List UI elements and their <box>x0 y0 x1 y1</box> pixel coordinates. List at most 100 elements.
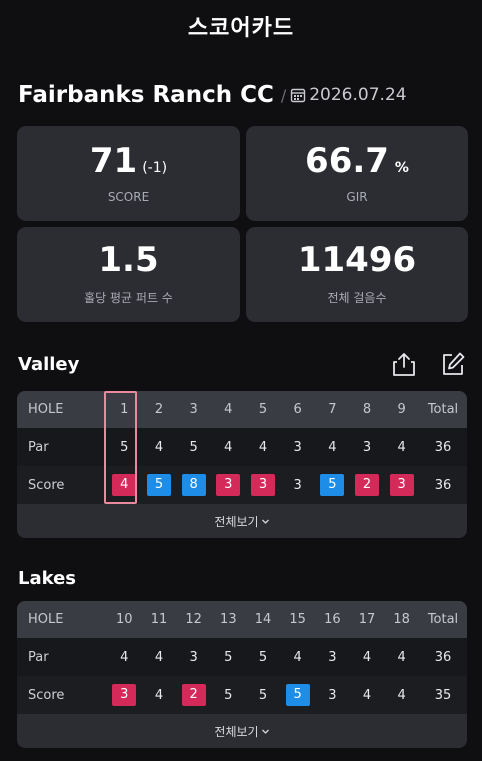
par-value: 4 <box>120 649 129 665</box>
hole-header: HOLE <box>28 402 64 417</box>
par-value: 3 <box>293 439 302 455</box>
hole-number: 6 <box>293 402 302 417</box>
score-value: 4 <box>362 687 372 703</box>
par-value: 5 <box>189 439 198 455</box>
hole-number: 10 <box>116 612 133 627</box>
score-label: Score <box>28 477 65 493</box>
score-chip-birdie: 3 <box>250 474 275 496</box>
par-value: 4 <box>258 439 268 455</box>
par-value: 4 <box>362 649 372 665</box>
score-total: 36 <box>434 477 452 493</box>
hole-number: 17 <box>358 612 376 627</box>
par-label: Par <box>28 649 49 665</box>
score-value: 3 <box>293 477 302 493</box>
hole-number: 8 <box>362 402 372 417</box>
section-title-valley: Valley <box>18 354 80 375</box>
chevron-down-icon <box>261 729 269 734</box>
par-value: 4 <box>154 439 164 455</box>
steps-label: 전체 걸음수 <box>327 291 387 305</box>
gir-value: 66.7 <box>305 140 389 181</box>
par-value: 4 <box>397 649 406 665</box>
par-row: Par 5 4 5 4 4 3 4 3 4 36 <box>17 428 467 466</box>
par-label: Par <box>28 439 49 455</box>
par-value: 4 <box>293 649 302 665</box>
hole-number: 4 <box>224 402 233 417</box>
section-title-lakes: Lakes <box>18 568 77 589</box>
total-header: Total <box>427 612 459 627</box>
valley-scorecard-table: HOLE 1 2 3 4 5 6 7 8 9 Total Par 5 4 5 4… <box>17 391 467 538</box>
share-icon[interactable] <box>391 351 417 377</box>
hole-number: 13 <box>220 612 237 627</box>
selected-hole-highlight <box>104 391 137 504</box>
score-chip-birdie: 3 <box>112 684 137 706</box>
score-chip-birdie: 2 <box>355 474 379 496</box>
score-total: 35 <box>434 687 452 703</box>
steps-value: 11496 <box>297 240 417 280</box>
steps-card: 11496 전체 걸음수 <box>246 227 468 322</box>
hole-header: HOLE <box>28 612 64 627</box>
hole-number: 16 <box>324 612 341 627</box>
par-value: 4 <box>224 439 233 455</box>
par-value: 3 <box>328 649 337 665</box>
chevron-down-icon <box>261 519 269 524</box>
score-label: Score <box>28 687 65 703</box>
score-chip-bogey: 5 <box>146 474 171 496</box>
score-row: Score 4 5 8 3 3 3 5 2 3 36 <box>17 466 467 504</box>
par-value: 5 <box>258 649 268 665</box>
score-chip-bogey: 5 <box>285 684 310 706</box>
score-chip-bogey: 5 <box>320 474 345 496</box>
score-diff: (-1) <box>142 159 168 176</box>
par-value: 4 <box>397 439 406 455</box>
hole-number: 5 <box>258 402 268 417</box>
par-value: 3 <box>362 439 372 455</box>
score-value: 71 <box>89 140 138 181</box>
lakes-scorecard-table: HOLE 10 11 12 13 14 15 16 17 18 Total Pa… <box>17 601 467 748</box>
score-value: 4 <box>397 687 406 703</box>
par-row: Par 4 4 3 5 5 4 3 4 4 36 <box>17 638 467 676</box>
course-info: Fairbanks Ranch CC / 2026.07.24 <box>18 80 407 110</box>
gir-card: 66.7 % GIR <box>246 126 468 221</box>
hole-number: 11 <box>150 612 168 627</box>
hole-number: 3 <box>189 402 198 417</box>
hole-row: HOLE 10 11 12 13 14 15 16 17 18 Total <box>17 601 467 638</box>
putts-label: 홀당 평균 퍼트 수 <box>84 291 173 305</box>
page-title: 스코어카드 <box>187 16 295 41</box>
hole-number: 9 <box>397 402 406 417</box>
par-value: 4 <box>328 439 337 455</box>
putts-value: 1.5 <box>98 240 159 280</box>
hole-number: 14 <box>254 612 272 627</box>
score-value: 3 <box>328 687 337 703</box>
page-header: 스코어카드 <box>0 0 482 52</box>
hole-number: 12 <box>185 612 202 627</box>
score-label: SCORE <box>107 189 150 204</box>
total-header: Total <box>427 402 459 417</box>
score-row: Score 3 4 2 5 5 5 3 4 4 35 <box>17 676 467 714</box>
hole-number: 2 <box>154 402 164 417</box>
view-all-button[interactable]: 전체보기 <box>17 504 467 538</box>
score-chip-bogey: 8 <box>181 474 206 496</box>
par-value: 3 <box>189 649 198 665</box>
gir-unit: % <box>394 159 409 176</box>
score-value: 5 <box>258 687 268 703</box>
gir-label: GIR <box>346 189 368 204</box>
par-value: 5 <box>224 649 233 665</box>
score-card: 71 (-1) SCORE <box>17 126 240 221</box>
calendar-icon <box>291 88 306 103</box>
score-value: 5 <box>224 687 233 703</box>
course-name: Fairbanks Ranch CC <box>18 82 274 108</box>
hole-number: 7 <box>328 402 337 417</box>
hole-number: 18 <box>393 612 410 627</box>
round-date: 2026.07.24 <box>309 85 407 105</box>
score-value: 4 <box>154 687 164 703</box>
score-chip-birdie: 3 <box>216 474 241 496</box>
separator: / <box>280 85 287 105</box>
hole-number: 15 <box>289 612 306 627</box>
par-value: 4 <box>154 649 164 665</box>
view-all-label: 전체보기 <box>214 514 259 529</box>
score-chip-birdie: 2 <box>181 684 206 706</box>
score-chip-birdie: 3 <box>389 474 414 496</box>
par-total: 36 <box>434 649 452 665</box>
hole-row: HOLE 1 2 3 4 5 6 7 8 9 Total <box>17 391 467 428</box>
view-all-button[interactable]: 전체보기 <box>17 714 467 748</box>
edit-icon[interactable] <box>440 351 466 377</box>
